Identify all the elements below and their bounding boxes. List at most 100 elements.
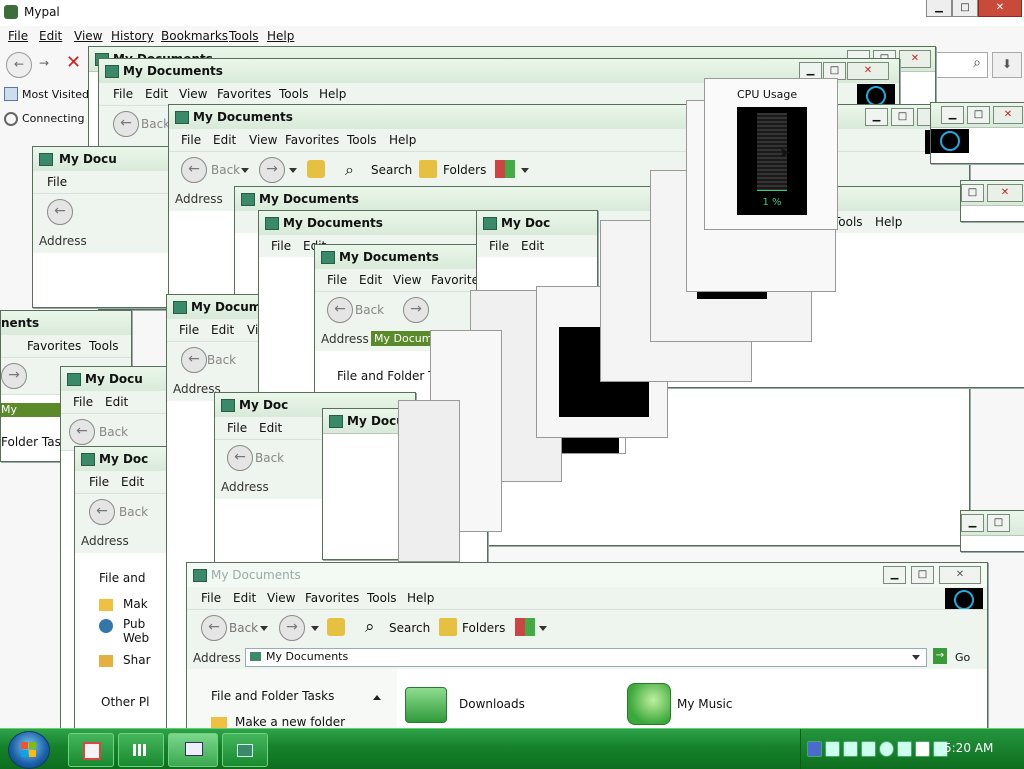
task-header[interactable]: File and (99, 571, 145, 585)
task-publish[interactable]: Pub (123, 617, 145, 631)
tray-network-icon[interactable] (825, 741, 840, 757)
back-label[interactable]: Back (99, 425, 128, 439)
collapse-icon[interactable] (373, 695, 381, 700)
minimize-button[interactable]: ▁ (961, 514, 984, 532)
menu-file[interactable]: File (327, 273, 347, 287)
other-places-label[interactable]: Other Pl (101, 695, 149, 709)
explorer-window-3[interactable]: My Docu File ← Address (32, 146, 174, 308)
folders-button[interactable]: Folders (462, 621, 505, 635)
menu-file[interactable]: File (73, 395, 93, 409)
menu-help[interactable]: Help (407, 591, 434, 605)
back-arrow-icon[interactable]: ← (181, 347, 207, 373)
search-icon[interactable]: ⌕ (345, 160, 354, 180)
menu-file[interactable]: File (489, 239, 509, 253)
go-button[interactable]: Go (955, 651, 970, 664)
menu-bookmarks[interactable]: Bookmarks (161, 29, 228, 43)
back-label[interactable]: Back (355, 303, 384, 317)
search-icon[interactable]: ⌕ (365, 617, 375, 637)
close-button[interactable]: ✕ (939, 566, 981, 584)
back-arrow-icon[interactable]: ← (89, 499, 115, 525)
menu-tools[interactable]: Tools (347, 133, 377, 147)
clock[interactable]: 5:20 AM (944, 741, 993, 755)
forward-arrow-icon[interactable]: → (259, 157, 285, 183)
menu-edit[interactable]: Edit (39, 29, 62, 43)
task-publish-web[interactable]: Web (123, 631, 149, 645)
menu-edit[interactable]: Edit (359, 273, 382, 287)
menu-edit[interactable]: Edit (259, 421, 282, 435)
bookmark-most-visited[interactable]: Most Visited (22, 88, 89, 101)
menu-help[interactable]: Help (267, 29, 294, 43)
menu-file[interactable]: File (179, 323, 199, 337)
menu-view[interactable]: View (74, 29, 102, 43)
back-arrow-icon[interactable]: ← (227, 445, 253, 471)
up-folder-icon[interactable] (307, 160, 325, 178)
search-icon[interactable]: ⌕ (973, 55, 981, 71)
minimize-button[interactable]: ▁ (926, 0, 952, 17)
forward-arrow-icon[interactable]: → (403, 297, 429, 323)
menu-favorites[interactable]: Favorites (27, 339, 81, 353)
menu-file[interactable]: File (47, 175, 67, 189)
views-dropdown-icon[interactable] (521, 168, 529, 173)
minimize-button[interactable]: ▁ (865, 108, 888, 126)
task-make-folder[interactable]: Make a new folder (235, 715, 345, 729)
address-value-selected[interactable]: My Documents (1, 403, 64, 429)
back-button[interactable]: Back (229, 621, 258, 635)
search-button[interactable]: Search (389, 621, 430, 635)
menu-tools[interactable]: Tools (89, 339, 119, 353)
back-dropdown-icon[interactable] (260, 626, 268, 631)
menu-edit[interactable]: Edit (145, 87, 168, 101)
close-button[interactable]: ✕ (899, 50, 931, 68)
menu-help[interactable]: Help (875, 215, 902, 229)
back-dropdown-icon[interactable] (241, 168, 249, 173)
cpu-usage-window[interactable]: CPU Usage 1 % ➤ (704, 78, 838, 230)
back-arrow-icon[interactable]: ← (6, 52, 32, 78)
explorer-window-edge[interactable]: ▁ □ (960, 510, 1024, 552)
music-folder-icon[interactable] (627, 683, 671, 725)
search-button[interactable]: Search (371, 163, 412, 177)
close-button[interactable]: ✕ (993, 106, 1023, 124)
maximize-button[interactable]: □ (961, 184, 984, 202)
back-label[interactable]: Back (255, 451, 284, 465)
close-button[interactable]: ✕ (978, 0, 1022, 17)
search-box[interactable]: ⌕ (930, 52, 988, 78)
back-label[interactable]: Back (141, 117, 170, 131)
maximize-button[interactable]: □ (987, 514, 1010, 532)
up-folder-icon[interactable] (327, 618, 345, 636)
folders-icon[interactable] (439, 618, 457, 636)
menu-file[interactable]: File (271, 239, 291, 253)
minimize-button[interactable]: ▁ (941, 106, 964, 124)
forward-arrow-icon[interactable]: → (1, 363, 27, 389)
task-header[interactable]: File and Folder Tasks (211, 689, 334, 703)
taskbar-computer-button[interactable] (168, 733, 218, 767)
go-arrow-icon[interactable]: → (933, 648, 947, 664)
menu-tools[interactable]: Tools (367, 591, 397, 605)
menu-favorites[interactable]: Favorites (305, 591, 359, 605)
menu-help[interactable]: Help (319, 87, 346, 101)
menu-view[interactable]: View (267, 591, 295, 605)
my-documents-window[interactable]: My Documents ▁ □ ✕ File Edit View Favori… (186, 562, 988, 730)
views-icon[interactable] (495, 160, 515, 178)
back-arrow-icon[interactable]: ← (327, 297, 353, 323)
back-label[interactable]: Back (119, 505, 148, 519)
menu-view[interactable]: View (249, 133, 277, 147)
folder-icon[interactable] (405, 687, 447, 723)
menu-file[interactable]: File (113, 87, 133, 101)
cpu-usage-window-ghost[interactable] (398, 400, 460, 562)
menu-view[interactable]: View (179, 87, 207, 101)
tray-volume-icon[interactable] (897, 741, 912, 757)
menu-file[interactable]: File (8, 29, 28, 43)
menu-help[interactable]: Help (389, 133, 416, 147)
menu-file[interactable]: File (227, 421, 247, 435)
start-button[interactable] (8, 731, 50, 769)
forward-dropdown-icon[interactable] (311, 626, 319, 631)
menu-view[interactable]: View (393, 273, 421, 287)
menu-edit[interactable]: Edit (211, 323, 234, 337)
back-arrow-icon[interactable]: ← (201, 615, 227, 641)
forward-arrow-icon[interactable]: → (34, 54, 54, 74)
tray-document-icon[interactable] (915, 741, 930, 757)
tray-app-icon[interactable] (807, 741, 822, 757)
back-label[interactable]: Back (207, 353, 236, 367)
address-dropdown-icon[interactable] (912, 655, 920, 660)
maximize-button[interactable]: □ (911, 566, 934, 584)
menu-favorites[interactable]: Favorites (285, 133, 339, 147)
